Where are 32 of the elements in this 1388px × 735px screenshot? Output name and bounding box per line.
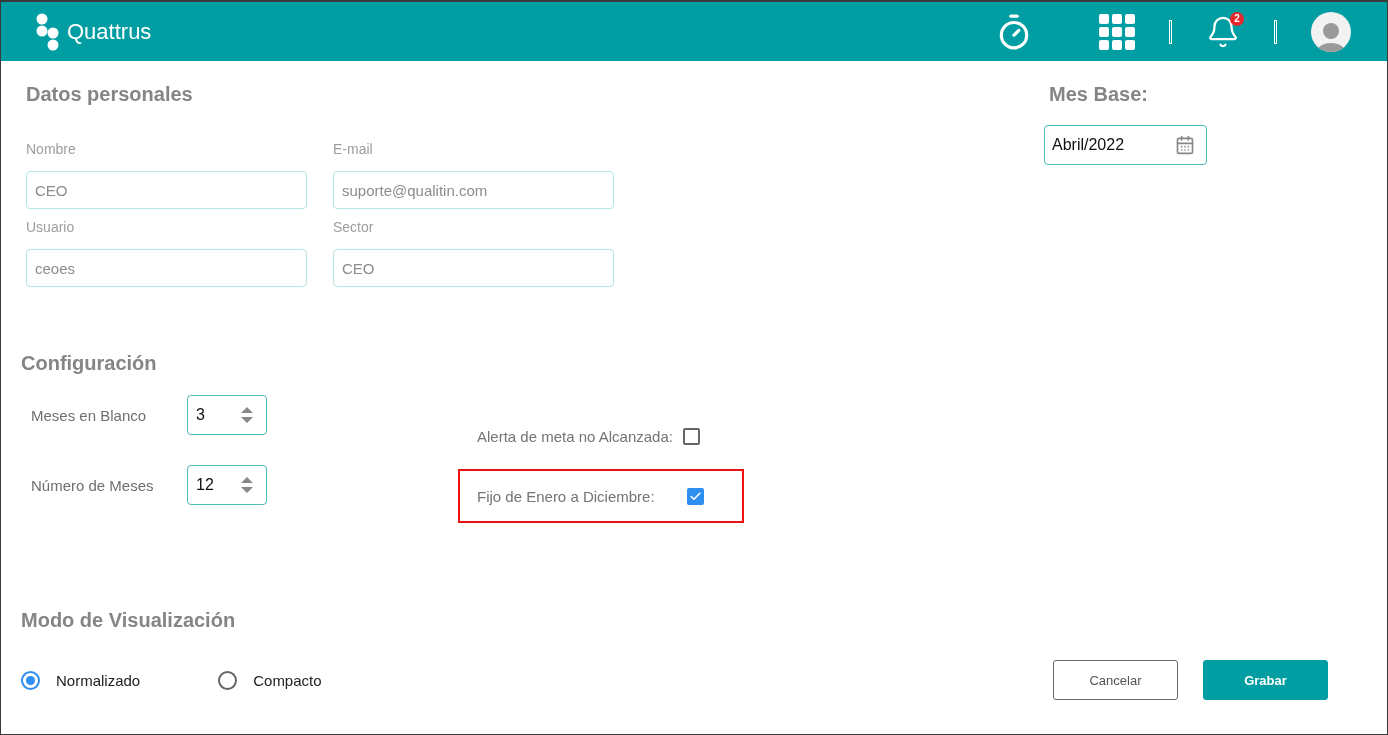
cancel-button[interactable]: Cancelar (1053, 660, 1178, 700)
checkbox-label: Alerta de meta no Alcanzada: (477, 427, 673, 445)
checkbox-label: Fijo de Enero a Diciembre: (477, 487, 655, 505)
radio-label: Normalizado (56, 671, 141, 689)
notification-badge: 2 (1230, 11, 1244, 26)
check-icon (688, 489, 702, 503)
section-title: Configuración (21, 352, 158, 375)
save-button[interactable]: Grabar (1203, 660, 1328, 700)
section-title: Modo de Visualización (21, 609, 237, 632)
field-label: Usuario (26, 219, 76, 237)
checkbox[interactable] (682, 427, 700, 445)
stepper-arrows-icon[interactable] (240, 405, 254, 425)
section-title: Mes Base: (1048, 83, 1149, 106)
field-label: Nombre (26, 141, 77, 159)
date-field[interactable]: Abril/2022 (1044, 125, 1207, 165)
radio-button[interactable] (21, 670, 40, 690)
checkbox[interactable] (686, 487, 704, 505)
logo-icon (35, 12, 61, 51)
apps-grid-icon[interactable] (1099, 13, 1135, 50)
number-spinner[interactable]: 3 (187, 395, 267, 435)
radio-button[interactable] (218, 670, 238, 690)
radio-label: Compacto (253, 671, 322, 689)
avatar[interactable] (1311, 11, 1351, 52)
field-label: E-mail (333, 141, 374, 159)
field-label: Número de Meses (31, 476, 155, 494)
field-label: Sector (333, 219, 375, 237)
calendar-icon[interactable] (1175, 135, 1195, 155)
logo-text: Quattrus (67, 18, 152, 45)
number-spinner[interactable]: 12 (187, 465, 267, 505)
field-label: Meses en Blanco (31, 406, 148, 424)
section-title: Datos personales (26, 83, 194, 106)
stepper-arrows-icon[interactable] (240, 475, 254, 495)
